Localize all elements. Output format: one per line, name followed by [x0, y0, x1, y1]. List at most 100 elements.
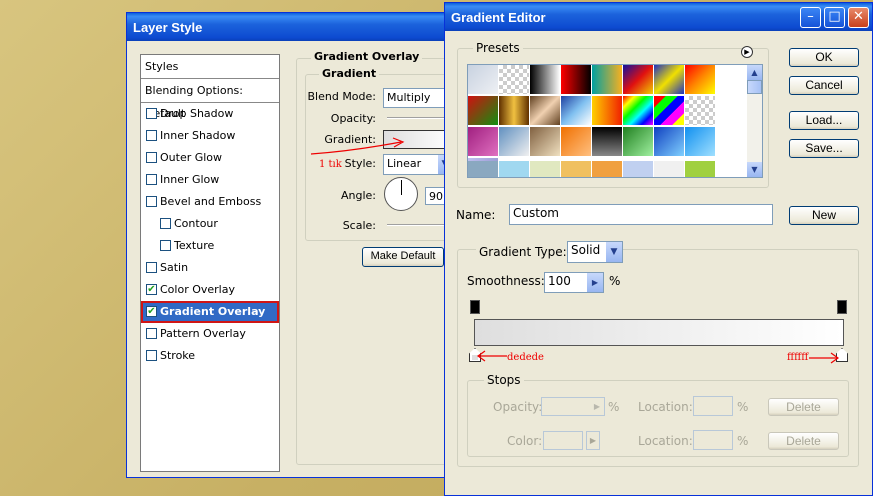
- blend-mode-select[interactable]: Multiply: [383, 88, 453, 108]
- preset-swatch[interactable]: [685, 127, 716, 157]
- maximize-icon[interactable]: □: [824, 7, 845, 28]
- preset-swatch[interactable]: [468, 96, 499, 126]
- checkbox-icon[interactable]: [146, 130, 157, 141]
- layer-style-titlebar[interactable]: Layer Style: [127, 13, 455, 41]
- checkbox-icon[interactable]: [146, 152, 157, 163]
- preset-swatch[interactable]: [685, 96, 716, 126]
- gradient-bar[interactable]: [474, 319, 844, 346]
- make-default-button[interactable]: Make Default: [362, 247, 444, 267]
- preset-swatch[interactable]: [685, 161, 716, 177]
- presets-scrollbar[interactable]: ▲ ▼: [747, 65, 762, 177]
- checkbox-icon[interactable]: [146, 196, 157, 207]
- preset-swatch[interactable]: [499, 161, 530, 177]
- smoothness-label: Smoothness:: [467, 274, 545, 288]
- preset-swatch[interactable]: [468, 161, 499, 177]
- checkbox-icon[interactable]: [146, 350, 157, 361]
- stop-color-label: Color:: [507, 434, 543, 448]
- opacity-stop-left-icon[interactable]: [470, 300, 480, 314]
- scroll-up-icon[interactable]: ▲: [747, 65, 762, 80]
- opacity-stop-right-icon[interactable]: [837, 300, 847, 314]
- angle-dial-needle: [401, 180, 402, 195]
- preset-swatch[interactable]: [592, 161, 623, 177]
- angle-dial[interactable]: [384, 177, 418, 211]
- preset-swatch[interactable]: [530, 161, 561, 177]
- preset-swatch[interactable]: [468, 65, 499, 95]
- style-item-satin[interactable]: Satin: [141, 257, 279, 279]
- preset-swatch[interactable]: [592, 65, 623, 95]
- gradient-overlay-heading: Gradient Overlay: [311, 50, 423, 63]
- styles-header[interactable]: Styles: [141, 55, 279, 79]
- preset-swatch[interactable]: [623, 127, 654, 157]
- style-item-label: Satin: [160, 261, 189, 274]
- preset-swatch[interactable]: [530, 127, 561, 157]
- preset-swatch[interactable]: [530, 96, 561, 126]
- gradient-type-select[interactable]: Solid ▼: [567, 241, 623, 263]
- scroll-down-icon[interactable]: ▼: [747, 162, 762, 177]
- style-item-inner-shadow[interactable]: Inner Shadow: [141, 125, 279, 147]
- preset-swatch[interactable]: [654, 96, 685, 126]
- style-item-outer-glow[interactable]: Outer Glow: [141, 147, 279, 169]
- preset-swatch[interactable]: [499, 96, 530, 126]
- save-button[interactable]: Save...: [789, 139, 859, 158]
- checkbox-checked-icon[interactable]: ✔: [146, 306, 157, 317]
- preset-swatch[interactable]: [592, 96, 623, 126]
- style-item-texture[interactable]: Texture: [141, 235, 279, 257]
- stop-opacity-arrow-icon: ▶: [593, 402, 601, 411]
- blending-options[interactable]: Blending Options: Default: [141, 79, 279, 120]
- style-item-drop-shadow[interactable]: Drop Shadow: [141, 103, 279, 125]
- checkbox-icon[interactable]: [146, 262, 157, 273]
- checkbox-icon[interactable]: [160, 240, 171, 251]
- annotation-arrow-icon: [310, 137, 405, 155]
- name-input[interactable]: Custom: [509, 204, 773, 225]
- cancel-button[interactable]: Cancel: [789, 76, 859, 95]
- style-item-label: Contour: [174, 217, 218, 230]
- style-item-stroke[interactable]: Stroke: [141, 345, 279, 367]
- style-item-label: Gradient Overlay: [160, 305, 266, 318]
- preset-swatch[interactable]: [499, 127, 530, 157]
- close-icon[interactable]: ✕: [848, 7, 869, 28]
- checkbox-icon[interactable]: [146, 328, 157, 339]
- style-select[interactable]: Linear ▼: [383, 154, 453, 175]
- color-location-input: [693, 430, 733, 450]
- checkbox-checked-icon[interactable]: ✔: [146, 284, 157, 295]
- smoothness-input[interactable]: 100 ▶: [544, 272, 604, 293]
- style-item-gradient-overlay[interactable]: ✔ Gradient Overlay: [141, 301, 279, 323]
- ok-button[interactable]: OK: [789, 48, 859, 67]
- name-label: Name:: [456, 208, 496, 222]
- preset-swatch[interactable]: [623, 96, 654, 126]
- style-item-pattern-overlay[interactable]: Pattern Overlay: [141, 323, 279, 345]
- style-value: Linear: [387, 157, 422, 170]
- load-button[interactable]: Load...: [789, 111, 859, 130]
- preset-swatch[interactable]: [685, 65, 716, 95]
- preset-swatch[interactable]: [561, 161, 592, 177]
- preset-swatch[interactable]: [561, 127, 592, 157]
- checkbox-icon[interactable]: [146, 174, 157, 185]
- preset-swatch[interactable]: [623, 161, 654, 177]
- style-item-inner-glow[interactable]: Inner Glow: [141, 169, 279, 191]
- smoothness-arrow-icon[interactable]: ▶: [587, 273, 603, 292]
- preset-swatch[interactable]: [499, 65, 530, 95]
- style-item-label: Bevel and Emboss: [160, 195, 262, 208]
- checkbox-icon[interactable]: [160, 218, 171, 229]
- new-button[interactable]: New: [789, 206, 859, 225]
- preset-swatch[interactable]: [592, 127, 623, 157]
- presets-grid[interactable]: ▲ ▼: [467, 64, 763, 178]
- preset-swatch[interactable]: [654, 65, 685, 95]
- checkbox-icon[interactable]: [146, 108, 157, 119]
- minimize-icon[interactable]: –: [800, 7, 821, 28]
- preset-swatch[interactable]: [654, 127, 685, 157]
- preset-swatch[interactable]: [530, 65, 561, 95]
- style-item-label: Texture: [174, 239, 215, 252]
- preset-swatch[interactable]: [468, 127, 499, 157]
- gradient-type-value: Solid: [571, 243, 601, 257]
- style-item-color-overlay[interactable]: ✔ Color Overlay: [141, 279, 279, 301]
- preset-swatch[interactable]: [623, 65, 654, 95]
- scroll-thumb[interactable]: [747, 80, 762, 94]
- presets-menu-icon[interactable]: ▶: [741, 46, 753, 58]
- annotation-one-click: 1 tık: [319, 159, 342, 170]
- preset-swatch[interactable]: [561, 65, 592, 95]
- preset-swatch[interactable]: [561, 96, 592, 126]
- style-item-bevel-and-emboss[interactable]: Bevel and Emboss: [141, 191, 279, 213]
- preset-swatch[interactable]: [654, 161, 685, 177]
- style-item-contour[interactable]: Contour: [141, 213, 279, 235]
